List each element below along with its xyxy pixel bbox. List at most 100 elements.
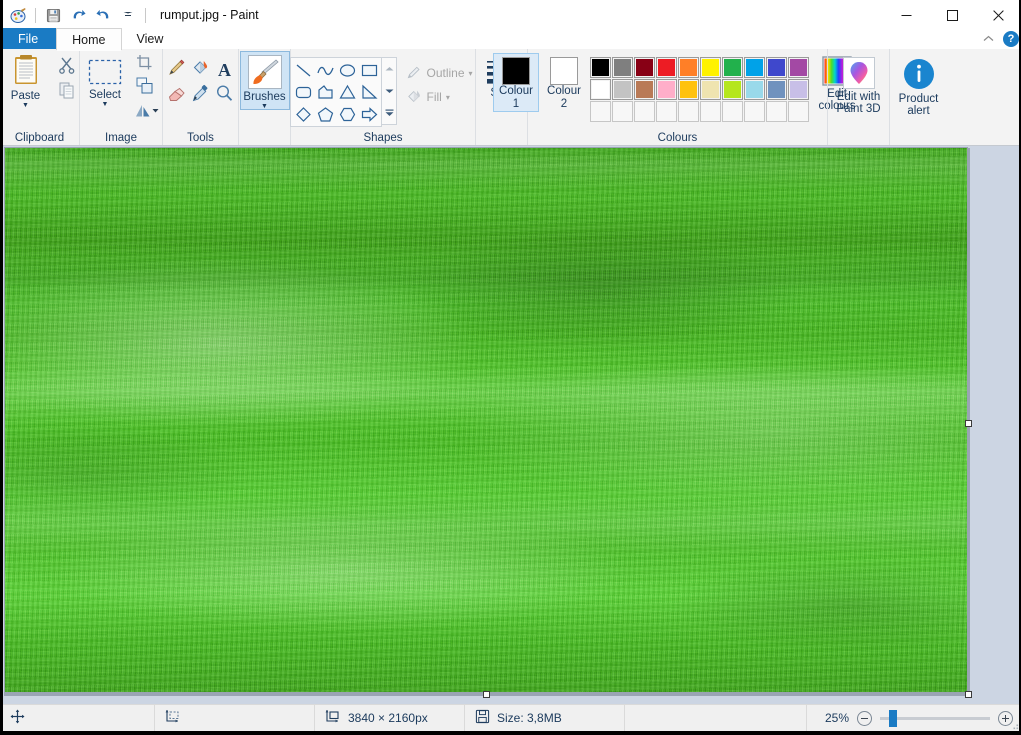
palette-swatch[interactable] (700, 101, 721, 122)
palette-swatch[interactable] (656, 101, 677, 122)
palette-swatch-colour (724, 59, 741, 76)
tool-eraser[interactable] (165, 83, 189, 109)
tool-fill[interactable] (189, 57, 213, 83)
palette-swatch[interactable] (766, 101, 787, 122)
tool-text[interactable]: A (213, 57, 237, 83)
image-canvas[interactable] (4, 147, 968, 693)
palette-swatch[interactable] (656, 57, 677, 78)
resize-button[interactable] (131, 76, 157, 99)
palette-swatch[interactable] (700, 57, 721, 78)
redo-icon[interactable] (91, 3, 115, 27)
shape-right-triangle[interactable] (358, 81, 380, 103)
shape-hexagon[interactable] (336, 103, 358, 125)
tab-home[interactable]: Home (56, 28, 122, 51)
shape-triangle[interactable] (336, 81, 358, 103)
palette-swatch[interactable] (678, 57, 699, 78)
rotate-button[interactable] (131, 99, 161, 122)
palette-swatch[interactable] (656, 79, 677, 100)
shape-pentagon[interactable] (314, 103, 336, 125)
scroll-down-icon[interactable] (383, 81, 396, 102)
brushes-button[interactable]: Brushes ▼ (239, 51, 290, 110)
maximize-icon[interactable] (929, 0, 975, 30)
palette-swatch[interactable] (612, 101, 633, 122)
help-icon[interactable]: ? (1003, 31, 1019, 47)
paste-button[interactable]: Paste ▼ (0, 52, 52, 109)
palette-swatch[interactable] (590, 101, 611, 122)
shape-polygon[interactable] (314, 81, 336, 103)
close-icon[interactable] (975, 0, 1021, 30)
save-icon[interactable] (41, 3, 65, 27)
selection-size-icon (165, 709, 181, 727)
select-dropdown-arrow[interactable]: ▼ (102, 101, 109, 108)
fill-button[interactable]: Fill ▾ (403, 86, 475, 108)
palette-swatch[interactable] (788, 57, 809, 78)
resize-handle-bottom-center[interactable] (483, 691, 490, 698)
palette-swatch[interactable] (766, 57, 787, 78)
palette-swatch[interactable] (634, 101, 655, 122)
paste-dropdown-arrow[interactable]: ▼ (22, 102, 29, 109)
copy-button[interactable] (54, 80, 80, 104)
cut-button[interactable] (54, 55, 80, 79)
palette-swatch[interactable] (612, 57, 633, 78)
undo-icon[interactable] (66, 3, 90, 27)
palette-swatch[interactable] (590, 57, 611, 78)
shape-arrow-right[interactable] (358, 103, 380, 125)
palette-swatch[interactable] (744, 57, 765, 78)
shape-curve[interactable] (314, 59, 336, 81)
palette-swatch[interactable] (612, 79, 633, 100)
shapes-scrollbar[interactable] (382, 57, 398, 125)
tab-file[interactable]: File (0, 28, 57, 50)
shape-line[interactable] (292, 59, 314, 81)
palette-swatch[interactable] (744, 79, 765, 100)
colour1-button[interactable]: Colour 1 (493, 53, 539, 112)
fill-label: Fill (426, 90, 442, 104)
minimize-icon[interactable] (883, 0, 929, 30)
palette-swatch[interactable] (678, 101, 699, 122)
colour2-button[interactable]: Colour 2 (542, 54, 586, 111)
palette-swatch[interactable] (788, 101, 809, 122)
palette-swatch[interactable] (744, 101, 765, 122)
edit-with-paint3d-button[interactable]: Edit with Paint 3D (830, 55, 888, 115)
zoom-slider-thumb[interactable] (889, 709, 897, 727)
palette-swatch[interactable] (766, 79, 787, 100)
product-alert-button[interactable]: Product alert (892, 55, 946, 117)
zoom-slider[interactable] (880, 709, 990, 727)
palette-swatch[interactable] (678, 79, 699, 100)
tool-color-picker[interactable] (189, 83, 213, 109)
quick-access-toolbar (0, 3, 150, 27)
zoom-out-icon[interactable] (857, 710, 872, 726)
fill-dropdown-arrow[interactable]: ▾ (446, 93, 450, 102)
palette-swatch[interactable] (788, 79, 809, 100)
palette-swatch[interactable] (700, 79, 721, 100)
canvas-work-area[interactable] (0, 146, 1021, 704)
show-all-icon[interactable] (383, 103, 396, 124)
group-label-paint3d (830, 130, 887, 145)
select-button[interactable]: Select ▼ (81, 52, 129, 108)
resize-handle-bottom-right[interactable] (965, 691, 972, 698)
paint-palette-icon[interactable] (6, 3, 30, 27)
palette-swatch[interactable] (590, 79, 611, 100)
tool-magnifier[interactable] (213, 83, 237, 109)
shape-rounded-rectangle[interactable] (292, 81, 314, 103)
resize-handle-right-middle[interactable] (965, 420, 972, 427)
resize-grip-icon[interactable] (1009, 719, 1019, 730)
chevron-up-icon[interactable] (979, 30, 997, 48)
group-label-colours: Colours (657, 131, 698, 144)
tab-view[interactable]: View (122, 28, 179, 50)
brushes-dropdown-arrow[interactable]: ▼ (261, 103, 268, 110)
product-alert-label-line2: alert (907, 105, 930, 117)
outline-button[interactable]: Outline ▾ (403, 62, 475, 84)
palette-swatch[interactable] (722, 79, 743, 100)
crop-button[interactable] (131, 53, 157, 76)
shape-oval[interactable] (336, 59, 358, 81)
outline-dropdown-arrow[interactable]: ▾ (469, 69, 473, 78)
palette-swatch[interactable] (634, 57, 655, 78)
shape-diamond[interactable] (292, 103, 314, 125)
tool-pencil[interactable] (165, 57, 189, 83)
shape-rectangle[interactable] (358, 59, 380, 81)
customize-qat-icon[interactable] (116, 3, 140, 27)
scroll-up-icon[interactable] (383, 59, 396, 80)
palette-swatch[interactable] (722, 101, 743, 122)
palette-swatch[interactable] (722, 57, 743, 78)
palette-swatch[interactable] (634, 79, 655, 100)
